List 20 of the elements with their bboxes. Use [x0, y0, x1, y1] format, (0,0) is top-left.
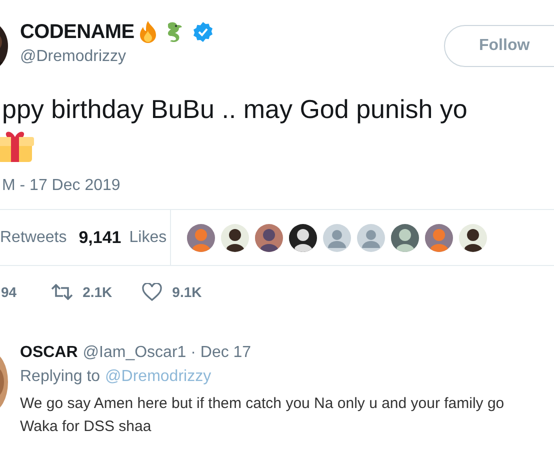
retweets-label[interactable]: Retweets [0, 228, 67, 246]
retweet-count: 2.1K [82, 284, 112, 300]
default-avatar-icon[interactable] [357, 224, 385, 252]
gift-icon [0, 129, 34, 163]
like-count: 9.1K [172, 284, 202, 300]
reply-author-handle[interactable]: @Iam_Oscar1 · Dec 17 [82, 344, 252, 362]
default-avatar-icon[interactable] [323, 224, 351, 252]
follow-button[interactable]: Follow [444, 25, 554, 67]
reply-text: We go say Amen here but if them catch you Na only u and your family go Waka for DSS shaa [20, 394, 504, 437]
tweet-timestamp[interactable]: M - 17 Dec 2019 [2, 177, 554, 195]
author-name[interactable]: CODENAME [20, 20, 134, 44]
retweet-icon[interactable] [50, 284, 73, 300]
likes-count[interactable]: 9,141 [78, 228, 122, 248]
heart-icon[interactable] [142, 283, 162, 301]
reply-author-name[interactable]: OSCAR [20, 344, 78, 362]
reply-count: 94 [1, 284, 17, 300]
author-handle[interactable]: @Dremodrizzy [20, 48, 214, 66]
tweet-text: ppy birthday BuBu .. may God punish yo [2, 94, 468, 125]
replying-label: Replying to [20, 368, 100, 386]
likes-label[interactable]: Likes [129, 228, 167, 246]
